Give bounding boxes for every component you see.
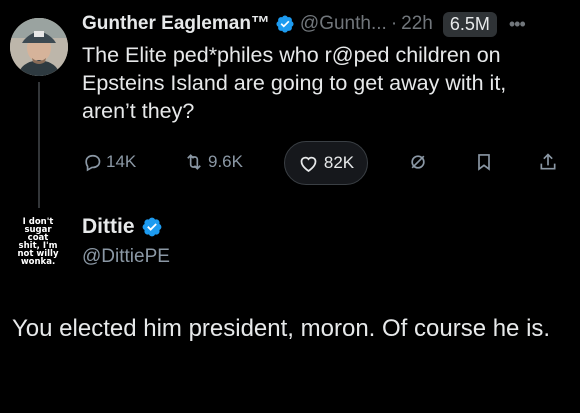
bookmark-icon [478,154,490,171]
verified-badge-icon [275,14,295,34]
author-avatar[interactable] [10,18,68,76]
grok-button[interactable] [408,140,432,184]
thread-line [38,82,40,208]
repost-button[interactable]: 9.6K [184,140,243,184]
tweet-text: The Elite ped*philes who r@ped children … [82,43,507,123]
reply-text: You elected him president, moron. Of cou… [12,315,551,342]
reply-author-avatar[interactable]: I don't sugar coat shit, I'm not willy w… [8,212,68,272]
more-options-icon[interactable]: ••• [509,14,526,35]
bookmark-button[interactable] [474,140,498,184]
view-count-badge: 6.5M [442,11,497,37]
reply-button[interactable]: 14K [82,140,136,184]
heart-icon [300,156,317,172]
like-button[interactable]: 82K [284,141,368,185]
tweet-header: Gunther Eagleman™ @Gunth... · 22h 6.5M •… [82,11,572,37]
share-icon [540,153,556,170]
repost-count: 9.6K [208,152,243,171]
avatar-image [10,18,68,76]
share-button[interactable] [538,140,562,184]
reply-author-handle[interactable]: @DittiePE [82,246,170,268]
reply-author-name[interactable]: Dittie [82,215,135,239]
avatar-caption: I don't sugar coat shit, I'm not willy w… [17,217,59,267]
separator-dot: · [390,13,398,34]
like-count: 82K [323,153,355,172]
grok-icon [411,155,425,169]
reply-count: 14K [106,152,137,171]
author-handle[interactable]: @Gunth... [300,13,387,35]
repost-icon [187,154,201,170]
timestamp[interactable]: 22h [401,13,433,35]
tweet-actions: 14K 9.6K 82K [80,140,570,185]
verified-badge-icon [141,216,163,238]
reply-icon [85,154,101,172]
reply-header: Dittie [82,215,168,239]
author-name[interactable]: Gunther Eagleman™ [82,13,270,35]
